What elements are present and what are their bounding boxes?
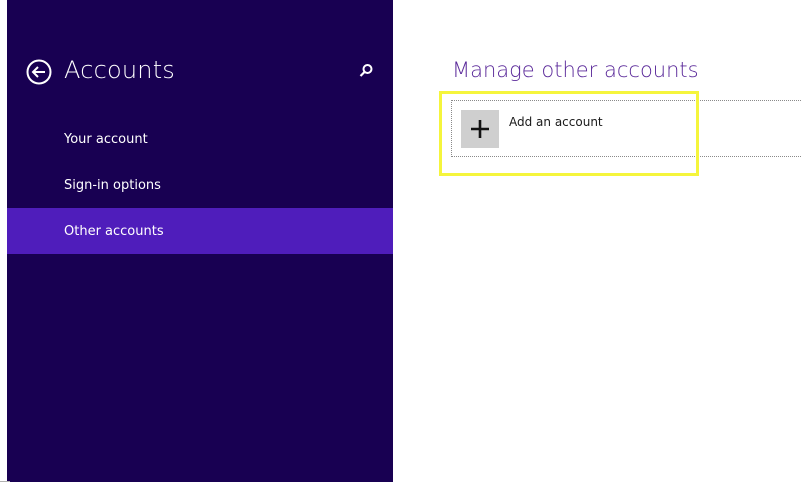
sidebar-item-label: Your account xyxy=(64,131,148,147)
sidebar-item-other-accounts[interactable]: Other accounts xyxy=(7,208,393,254)
sidebar-item-your-account[interactable]: Your account xyxy=(7,116,393,162)
plus-icon xyxy=(461,110,499,148)
sidebar: Accounts Your account Sign-in options Ot… xyxy=(7,0,393,482)
sidebar-item-sign-in-options[interactable]: Sign-in options xyxy=(7,162,393,208)
sidebar-item-label: Other accounts xyxy=(64,223,164,239)
search-icon[interactable] xyxy=(357,62,375,80)
add-account-label: Add an account xyxy=(509,115,603,129)
page-title: Manage other accounts xyxy=(452,58,699,82)
sidebar-item-label: Sign-in options xyxy=(64,177,161,193)
add-account-button[interactable]: Add an account xyxy=(451,100,802,157)
back-arrow-icon[interactable] xyxy=(26,59,52,85)
sidebar-header: Accounts xyxy=(7,54,393,94)
sidebar-nav: Your account Sign-in options Other accou… xyxy=(7,116,393,254)
sidebar-title: Accounts xyxy=(64,56,176,84)
settings-window: Accounts Your account Sign-in options Ot… xyxy=(0,0,802,482)
